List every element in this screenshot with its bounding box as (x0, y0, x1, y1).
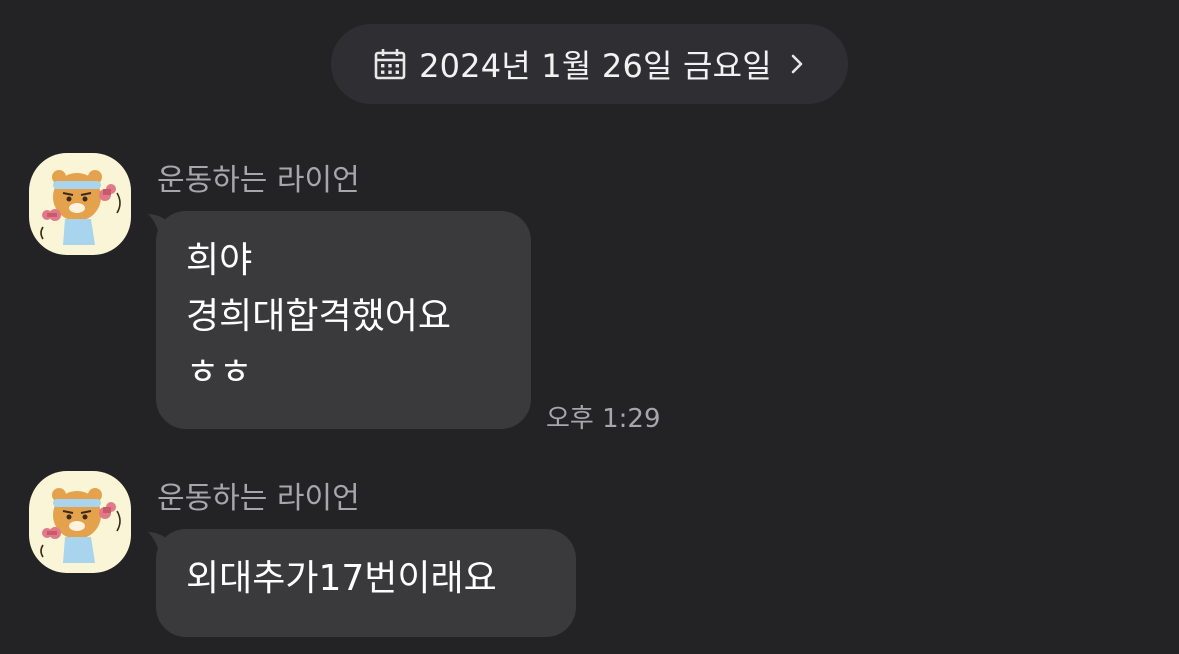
ryan-avatar-icon (40, 170, 121, 245)
message-bubble[interactable]: 희야 경희대합격했어요 ㅎㅎ (156, 211, 531, 429)
sender-name: 운동하는 라이언 (157, 163, 360, 198)
message-text: 경희대합격했어요 (186, 296, 451, 337)
sender-name: 운동하는 라이언 (157, 481, 360, 516)
ryan-avatar-icon (40, 488, 121, 563)
avatar[interactable] (29, 471, 131, 573)
calendar-icon (374, 49, 406, 80)
message-text: 희야 (186, 240, 253, 281)
avatar[interactable] (29, 153, 131, 255)
chevron-right-icon (791, 54, 803, 74)
message-time: 오후 1:29 (546, 404, 661, 434)
message-bubble[interactable]: 외대추가17번이래요 (156, 529, 576, 637)
message-text: 외대추가17번이래요 (186, 558, 497, 599)
date-label: 2024년 1월 26일 금요일 (419, 47, 772, 85)
message-text: ㅎㅎ (186, 352, 253, 393)
date-header-pill[interactable]: 2024년 1월 26일 금요일 (331, 24, 848, 104)
